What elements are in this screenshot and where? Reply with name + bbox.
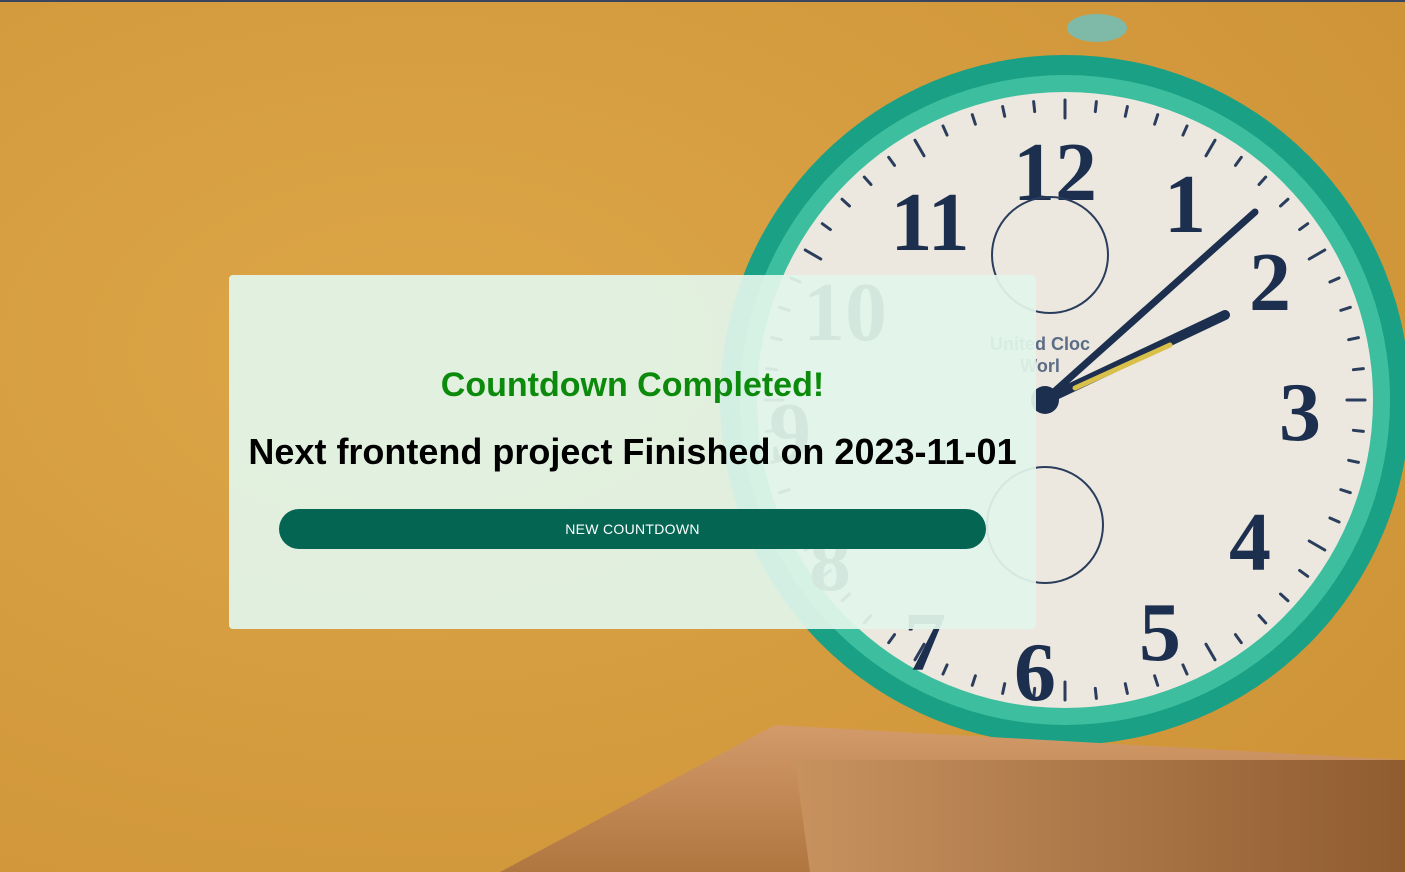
clock-tick (1351, 367, 1365, 372)
countdown-complete-card: Countdown Completed! Next frontend proje… (229, 275, 1036, 629)
countdown-completed-title: Countdown Completed! (440, 366, 825, 404)
box-side (795, 760, 1405, 872)
new-countdown-button[interactable]: NEW COUNTDOWN (279, 509, 986, 549)
clock-tick (1123, 105, 1129, 118)
numeral-11: 11 (890, 176, 969, 269)
clock-tick (1032, 100, 1037, 114)
clock-tick (1123, 682, 1129, 695)
numeral-3: 3 (1279, 366, 1321, 459)
clock-tick (1001, 682, 1007, 695)
finished-message: Next frontend project Finished on 2023-1… (248, 431, 1017, 472)
clock-tick (1347, 336, 1360, 342)
numeral-1: 1 (1164, 158, 1206, 251)
numeral-5: 5 (1139, 586, 1181, 679)
clock-tick (1093, 100, 1098, 114)
clock-tick (1351, 428, 1365, 433)
numeral-2: 2 (1249, 236, 1291, 329)
clock-bell (1067, 14, 1127, 42)
numeral-6: 6 (1014, 626, 1056, 719)
clock-tick (1001, 105, 1007, 118)
clock-tick (1347, 458, 1360, 464)
numeral-12: 12 (1013, 126, 1097, 219)
countdown-page: 12 1 2 3 4 5 6 7 8 9 10 11 United Cloc W… (0, 0, 1405, 872)
numeral-4: 4 (1229, 496, 1271, 589)
clock-tick (1093, 686, 1098, 700)
